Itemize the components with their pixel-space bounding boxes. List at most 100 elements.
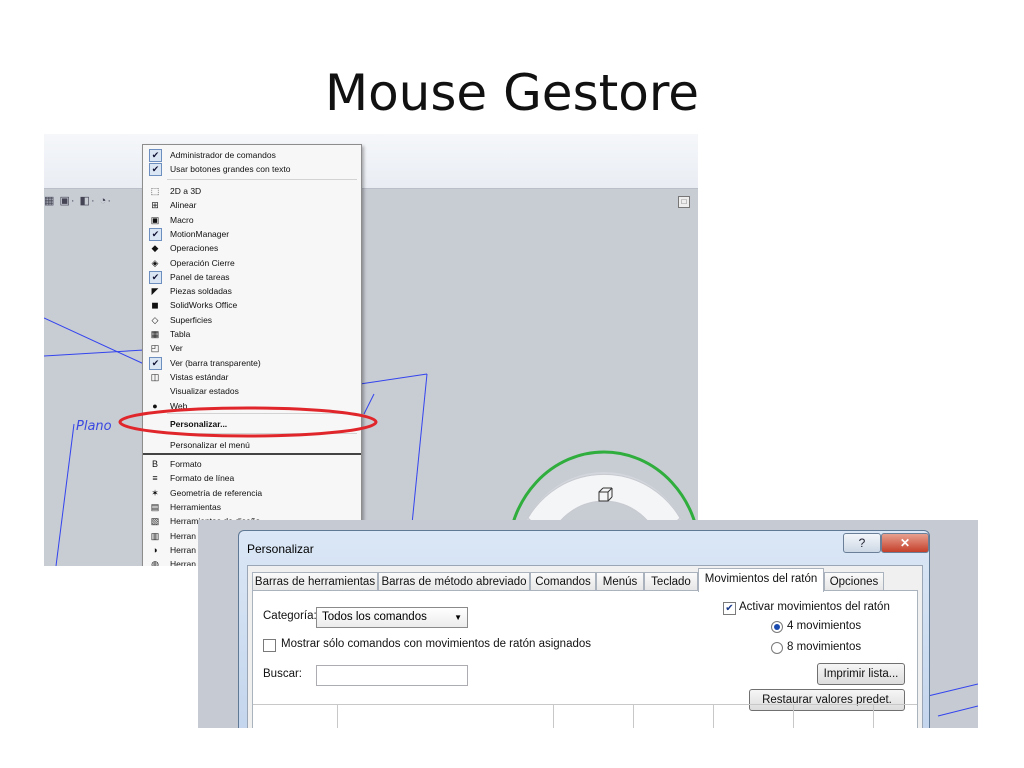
format-icon: B: [151, 459, 158, 469]
grid-column-divider: [337, 705, 338, 728]
menu-item[interactable]: ▦ Tabla: [143, 327, 361, 341]
grid-column-divider: [553, 705, 554, 728]
tools-icon-3: ◍: [151, 559, 159, 566]
dialog-body: Barras de herramientas Barras de método …: [247, 565, 923, 728]
check-icon: ✔: [149, 149, 162, 162]
menu-item-label: Geometría de referencia: [170, 487, 263, 498]
tab-mouse-gestures[interactable]: Movimientos del ratón: [698, 568, 824, 592]
standard-views-icon: ◫: [150, 371, 160, 382]
grid-column-divider: [633, 705, 634, 728]
features-icon: ◆: [151, 243, 159, 254]
grid-column-divider: [713, 705, 714, 728]
radio-4-gestures[interactable]: [771, 621, 783, 633]
grid-column-divider: [793, 705, 794, 728]
radio-8-gestures[interactable]: [771, 642, 783, 654]
check-icon: ✔: [149, 163, 162, 176]
dialog-title: Personalizar: [247, 542, 314, 556]
menu-item[interactable]: ✶ Geometría de referencia: [143, 486, 361, 500]
tab-commands[interactable]: Comandos: [530, 572, 596, 591]
print-list-button[interactable]: Imprimir lista...: [817, 663, 905, 685]
menu-item-large-buttons[interactable]: ✔ Usar botones grandes con texto: [143, 162, 361, 176]
close-button[interactable]: ✕: [881, 533, 929, 553]
menu-item-label: Ver: [170, 343, 183, 354]
tools-icon-2: ▥: [150, 530, 160, 541]
menu-item[interactable]: ◰ Ver: [143, 341, 361, 355]
check-icon: ✔: [149, 356, 162, 370]
tab-menus[interactable]: Menús: [596, 572, 644, 591]
menu-item-label: Tabla: [170, 329, 191, 339]
menu-item-label: Panel de tareas: [170, 271, 230, 282]
slide-title: Mouse Gestore: [324, 64, 700, 122]
view-icon: ◰: [150, 343, 160, 354]
tab-toolbars[interactable]: Barras de herramientas: [252, 572, 378, 591]
help-button[interactable]: ?: [843, 533, 881, 553]
reference-geometry-icon: ✶: [151, 487, 159, 498]
macro-icon: ▣: [150, 214, 160, 225]
menu-item-label: Ver (barra transparente): [170, 357, 261, 368]
menu-item[interactable]: ◆ Operaciones: [143, 241, 361, 255]
closure-icon: ◈: [151, 257, 159, 268]
menu-item[interactable]: ◇ Superficies: [143, 313, 361, 327]
menu-item-label: Formato de línea: [170, 473, 235, 484]
menu-item-label: 2D a 3D: [170, 186, 202, 196]
table-icon: ▦: [150, 329, 160, 339]
restore-defaults-button[interactable]: Restaurar valores predet.: [749, 689, 905, 711]
tab-options[interactable]: Opciones: [824, 572, 884, 591]
solidworks-viewport-screenshot: ▦ ▣· ◧· ◔· □ Plano ✔ Administrador de co…: [44, 134, 698, 566]
menu-item-label: Operaciones: [170, 243, 219, 254]
toolbar-context-menu: ✔ Administrador de comandos ✔ Usar boton…: [142, 144, 362, 566]
check-icon: ✔: [149, 227, 162, 241]
menu-item[interactable]: ◼ SolidWorks Office: [143, 298, 361, 312]
grid-column-divider: [873, 705, 874, 728]
search-input[interactable]: [316, 665, 468, 686]
menu-item[interactable]: ✔ Panel de tareas: [143, 270, 361, 284]
commands-grid: [253, 704, 917, 705]
enable-gestures-checkbox[interactable]: ✔: [723, 602, 736, 615]
menu-item[interactable]: ≡ Formato de línea: [143, 471, 361, 485]
surfaces-icon: ◇: [151, 314, 159, 325]
menu-item-label: Visualizar estados: [170, 386, 239, 397]
plane-label: Plano: [76, 419, 112, 434]
category-select[interactable]: Todos los comandos ▼: [316, 607, 468, 628]
color-wheel-icon: ◑: [152, 544, 158, 555]
radio-4-label: 4 movimientos: [787, 620, 862, 632]
check-icon: ✔: [149, 270, 162, 284]
menu-item[interactable]: ✔ MotionManager: [143, 227, 361, 241]
tools-icon: ▤: [150, 501, 160, 512]
tab-keyboard[interactable]: Teclado: [644, 572, 698, 591]
menu-item[interactable]: Visualizar estados: [143, 384, 361, 398]
menu-item[interactable]: ◈ Operación Cierre: [143, 256, 361, 270]
menu-item-label: Alinear: [170, 200, 197, 211]
tab-shortcut-bars[interactable]: Barras de método abreviado: [378, 572, 530, 591]
menu-item[interactable]: ⊞ Alinear: [143, 198, 361, 212]
design-tools-icon: ▧: [150, 516, 160, 527]
show-only-assigned-label: Mostrar sólo comandos con movimientos de…: [281, 638, 592, 650]
menu-item-label: Formato: [170, 459, 202, 469]
align-icon: ⊞: [151, 200, 159, 211]
menu-item-label: SolidWorks Office: [170, 300, 238, 311]
search-label: Buscar:: [263, 668, 302, 680]
highlight-ellipse: [118, 406, 378, 438]
menu-item-label: Piezas soldadas: [170, 286, 232, 297]
menu-item-customize-menu[interactable]: Personalizar el menú: [143, 438, 361, 452]
menu-item[interactable]: ◤ Piezas soldadas: [143, 284, 361, 298]
menu-item-label: Macro: [170, 214, 194, 225]
show-only-assigned-checkbox[interactable]: [263, 639, 276, 652]
menu-separator: [167, 179, 357, 180]
menu-item[interactable]: B Formato: [143, 457, 361, 471]
radio-8-label: 8 movimientos: [787, 641, 862, 653]
menu-item[interactable]: ▤ Herramientas: [143, 500, 361, 514]
office-icon: ◼: [151, 300, 159, 311]
blank-icon: [149, 385, 161, 397]
menu-item-command-manager[interactable]: ✔ Administrador de comandos: [143, 148, 361, 162]
menu-item[interactable]: ◫ Vistas estándar: [143, 370, 361, 384]
weldment-icon: ◤: [151, 286, 159, 297]
menu-item[interactable]: ▣ Macro: [143, 213, 361, 227]
line-format-icon: ≡: [152, 473, 158, 484]
category-label: Categoría:: [263, 610, 317, 622]
menu-item[interactable]: ✔ Ver (barra transparente): [143, 356, 361, 370]
menu-item[interactable]: ⬚ 2D a 3D: [143, 184, 361, 198]
menu-separator: [143, 453, 361, 455]
customize-dialog: Personalizar ? ✕ Barras de herramientas …: [238, 530, 930, 728]
menu-item-label: Herran: [170, 530, 196, 541]
